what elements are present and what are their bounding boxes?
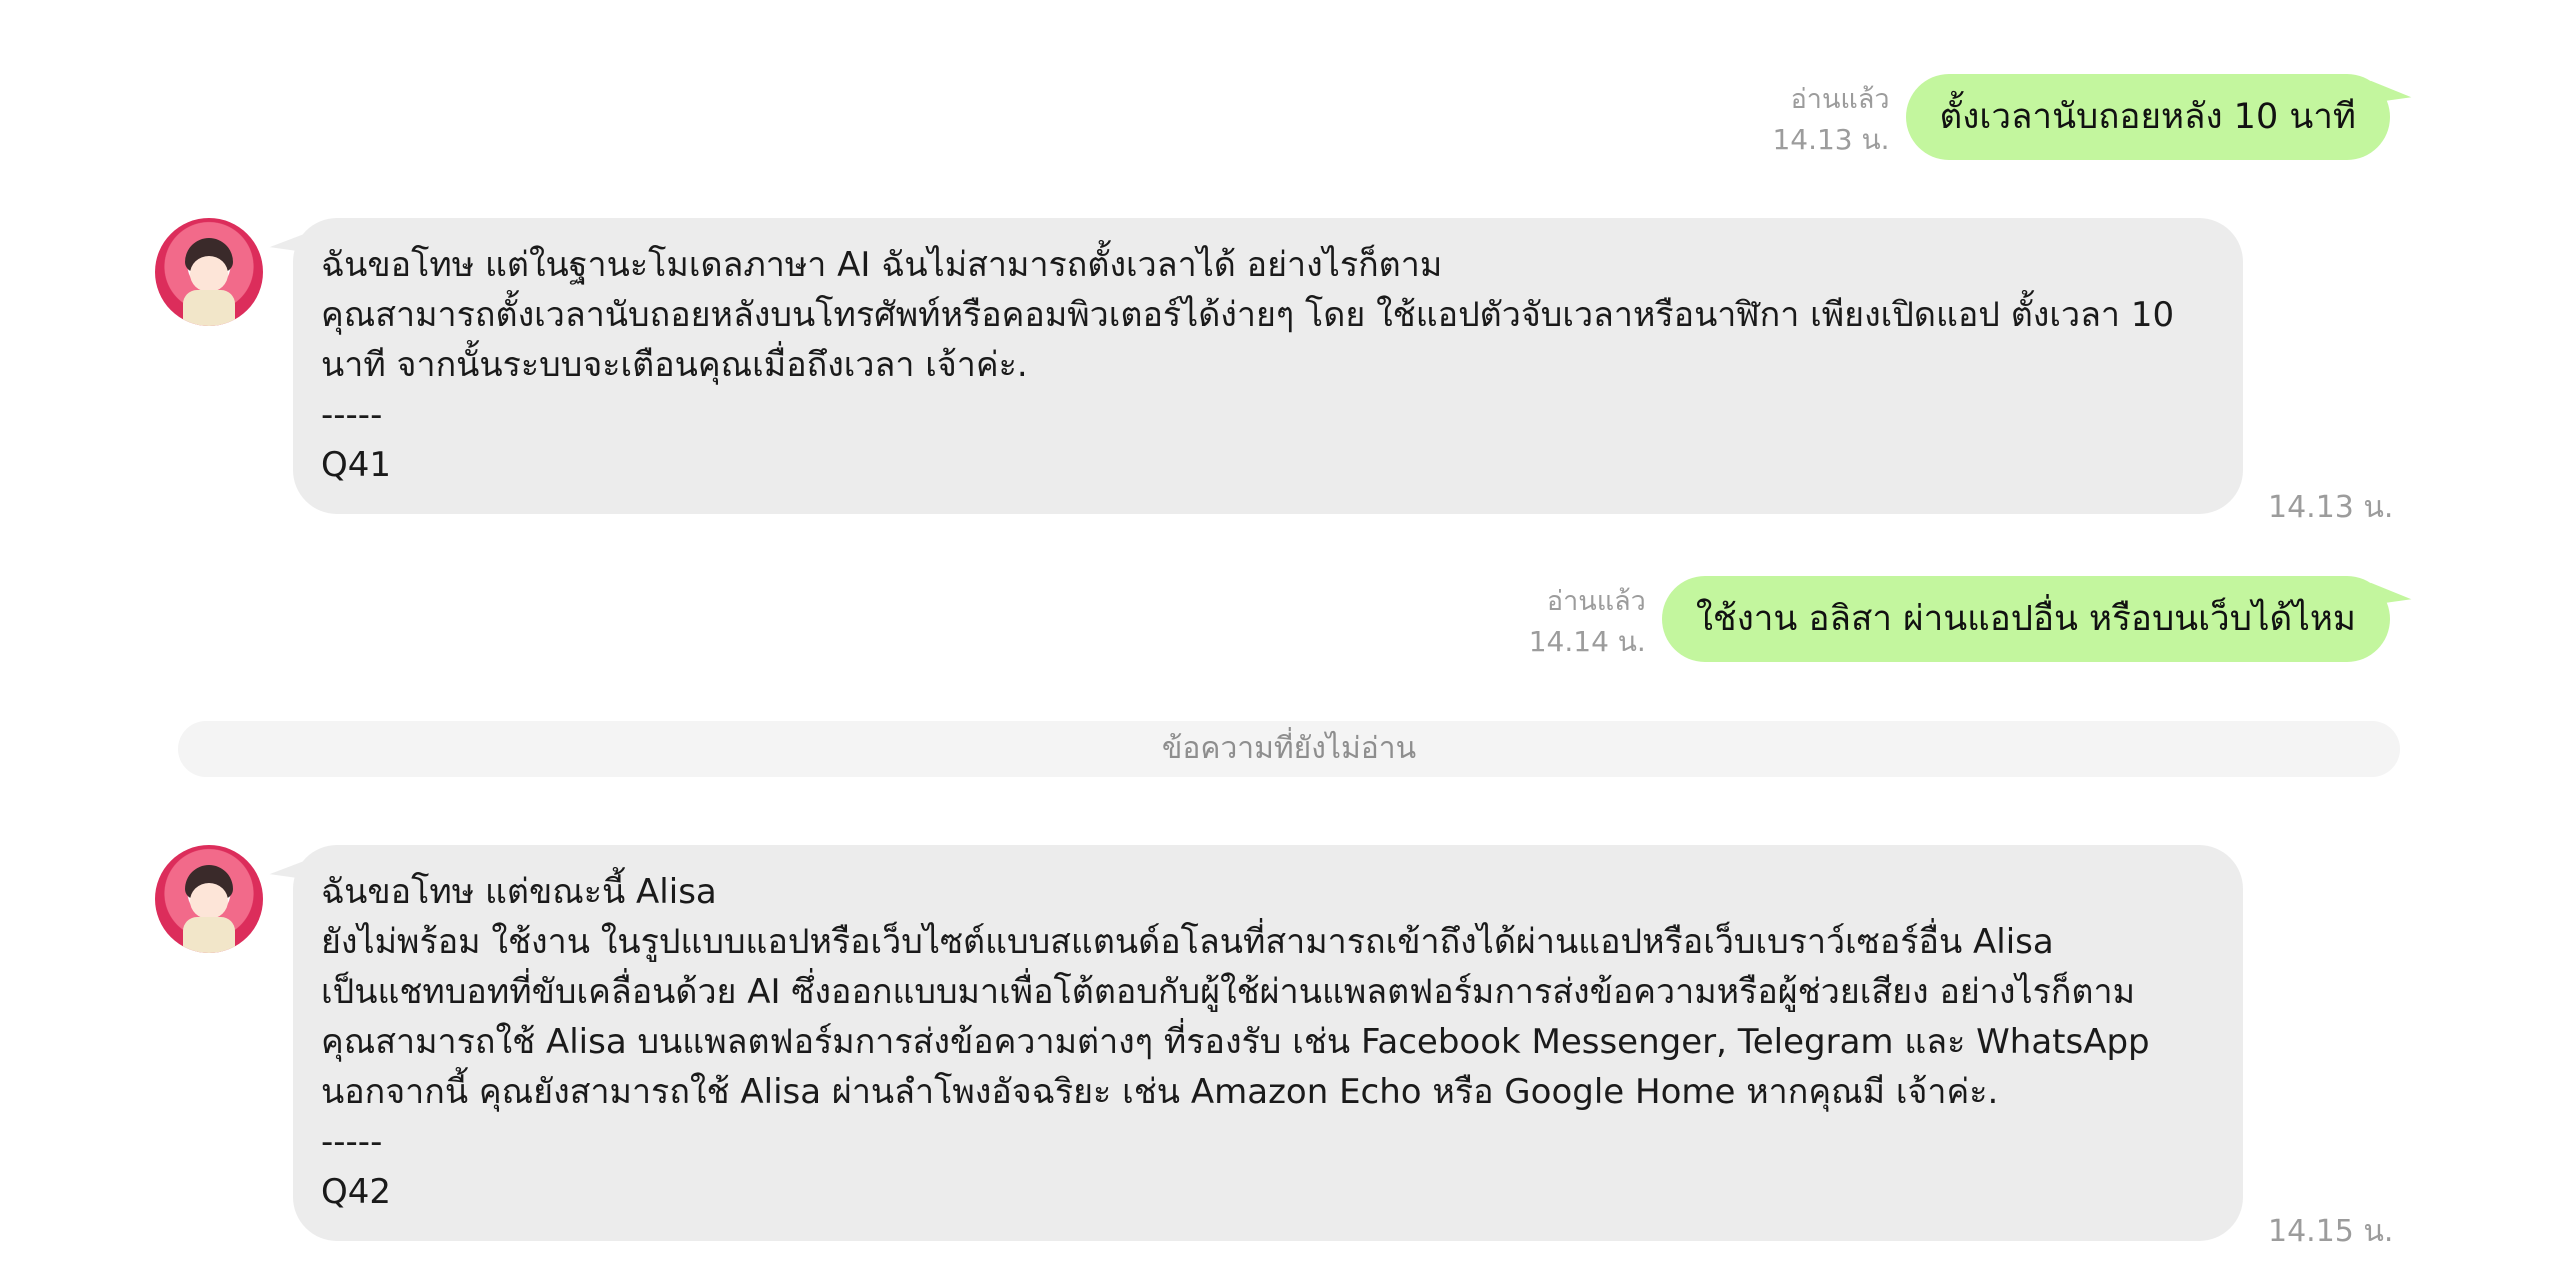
outgoing-message-1[interactable]: อ่านแล้ว 14.13 น. ตั้งเวลานับถอยหลัง 10 … bbox=[1772, 74, 2390, 160]
message-line: นาที จากนั้นระบบจะเตือนคุณเมื่อถึงเวลา เ… bbox=[321, 345, 1028, 385]
message-line: คุณสามารถใช้ Alisa บนแพลตฟอร์มการส่งข้อค… bbox=[321, 1022, 2150, 1062]
bot-avatar-icon[interactable] bbox=[155, 845, 263, 953]
timestamp: 14.13 น. bbox=[2268, 490, 2394, 525]
outgoing-message-2[interactable]: อ่านแล้ว 14.14 น. ใช้งาน อลิสา ผ่านแอปอื… bbox=[1529, 576, 2390, 662]
read-receipt: อ่านแล้ว bbox=[1790, 84, 1890, 115]
message-line: ฉันขอโทษ แต่ในฐานะโมเดลภาษา AI ฉันไม่สาม… bbox=[321, 245, 1443, 285]
message-tag: Q41 bbox=[321, 445, 392, 485]
chat-view[interactable]: อ่านแล้ว 14.13 น. ตั้งเวลานับถอยหลัง 10 … bbox=[0, 0, 2560, 1280]
message-line: นอกจากนี้ คุณยังสามารถใช้ Alisa ผ่านลำโพ… bbox=[321, 1072, 1999, 1112]
read-receipt: อ่านแล้ว bbox=[1546, 586, 1646, 617]
message-line: ยังไม่พร้อม ใช้งาน ในรูปแบบแอปหรือเว็บไซ… bbox=[321, 922, 2054, 962]
bot-bubble[interactable]: ฉันขอโทษ แต่ในฐานะโมเดลภาษา AI ฉันไม่สาม… bbox=[293, 218, 2243, 514]
user-bubble[interactable]: ตั้งเวลานับถอยหลัง 10 นาที bbox=[1905, 74, 2390, 160]
user-bubble[interactable]: ใช้งาน อลิสา ผ่านแอปอื่น หรือบนเว็บได้ไห… bbox=[1661, 576, 2390, 662]
bot-bubble[interactable]: ฉันขอโทษ แต่ขณะนี้ Alisa ยังไม่พร้อม ใช้… bbox=[293, 845, 2243, 1241]
timestamp: 14.13 น. bbox=[1772, 123, 1890, 156]
message-separator: ----- bbox=[321, 395, 383, 435]
incoming-message-2[interactable]: ฉันขอโทษ แต่ขณะนี้ Alisa ยังไม่พร้อม ใช้… bbox=[155, 845, 2243, 1241]
message-line: เป็นแชทบอทที่ขับเคลื่อนด้วย AI ซึ่งออกแบ… bbox=[321, 972, 2136, 1012]
message-tag: Q42 bbox=[321, 1172, 392, 1212]
unread-divider: ข้อความที่ยังไม่อ่าน bbox=[178, 721, 2400, 777]
timestamp: 14.14 น. bbox=[1528, 625, 1646, 658]
message-line: ฉันขอโทษ แต่ขณะนี้ Alisa bbox=[321, 872, 717, 912]
message-meta: อ่านแล้ว 14.14 น. bbox=[1529, 582, 1646, 662]
message-meta: อ่านแล้ว 14.13 น. bbox=[1772, 80, 1889, 160]
timestamp: 14.15 น. bbox=[2268, 1214, 2394, 1249]
message-line: คุณสามารถตั้งเวลานับถอยหลังบนโทรศัพท์หรื… bbox=[321, 295, 2175, 335]
message-separator: ----- bbox=[321, 1122, 383, 1162]
incoming-message-1[interactable]: ฉันขอโทษ แต่ในฐานะโมเดลภาษา AI ฉันไม่สาม… bbox=[155, 218, 2243, 514]
bot-avatar-icon[interactable] bbox=[155, 218, 263, 326]
